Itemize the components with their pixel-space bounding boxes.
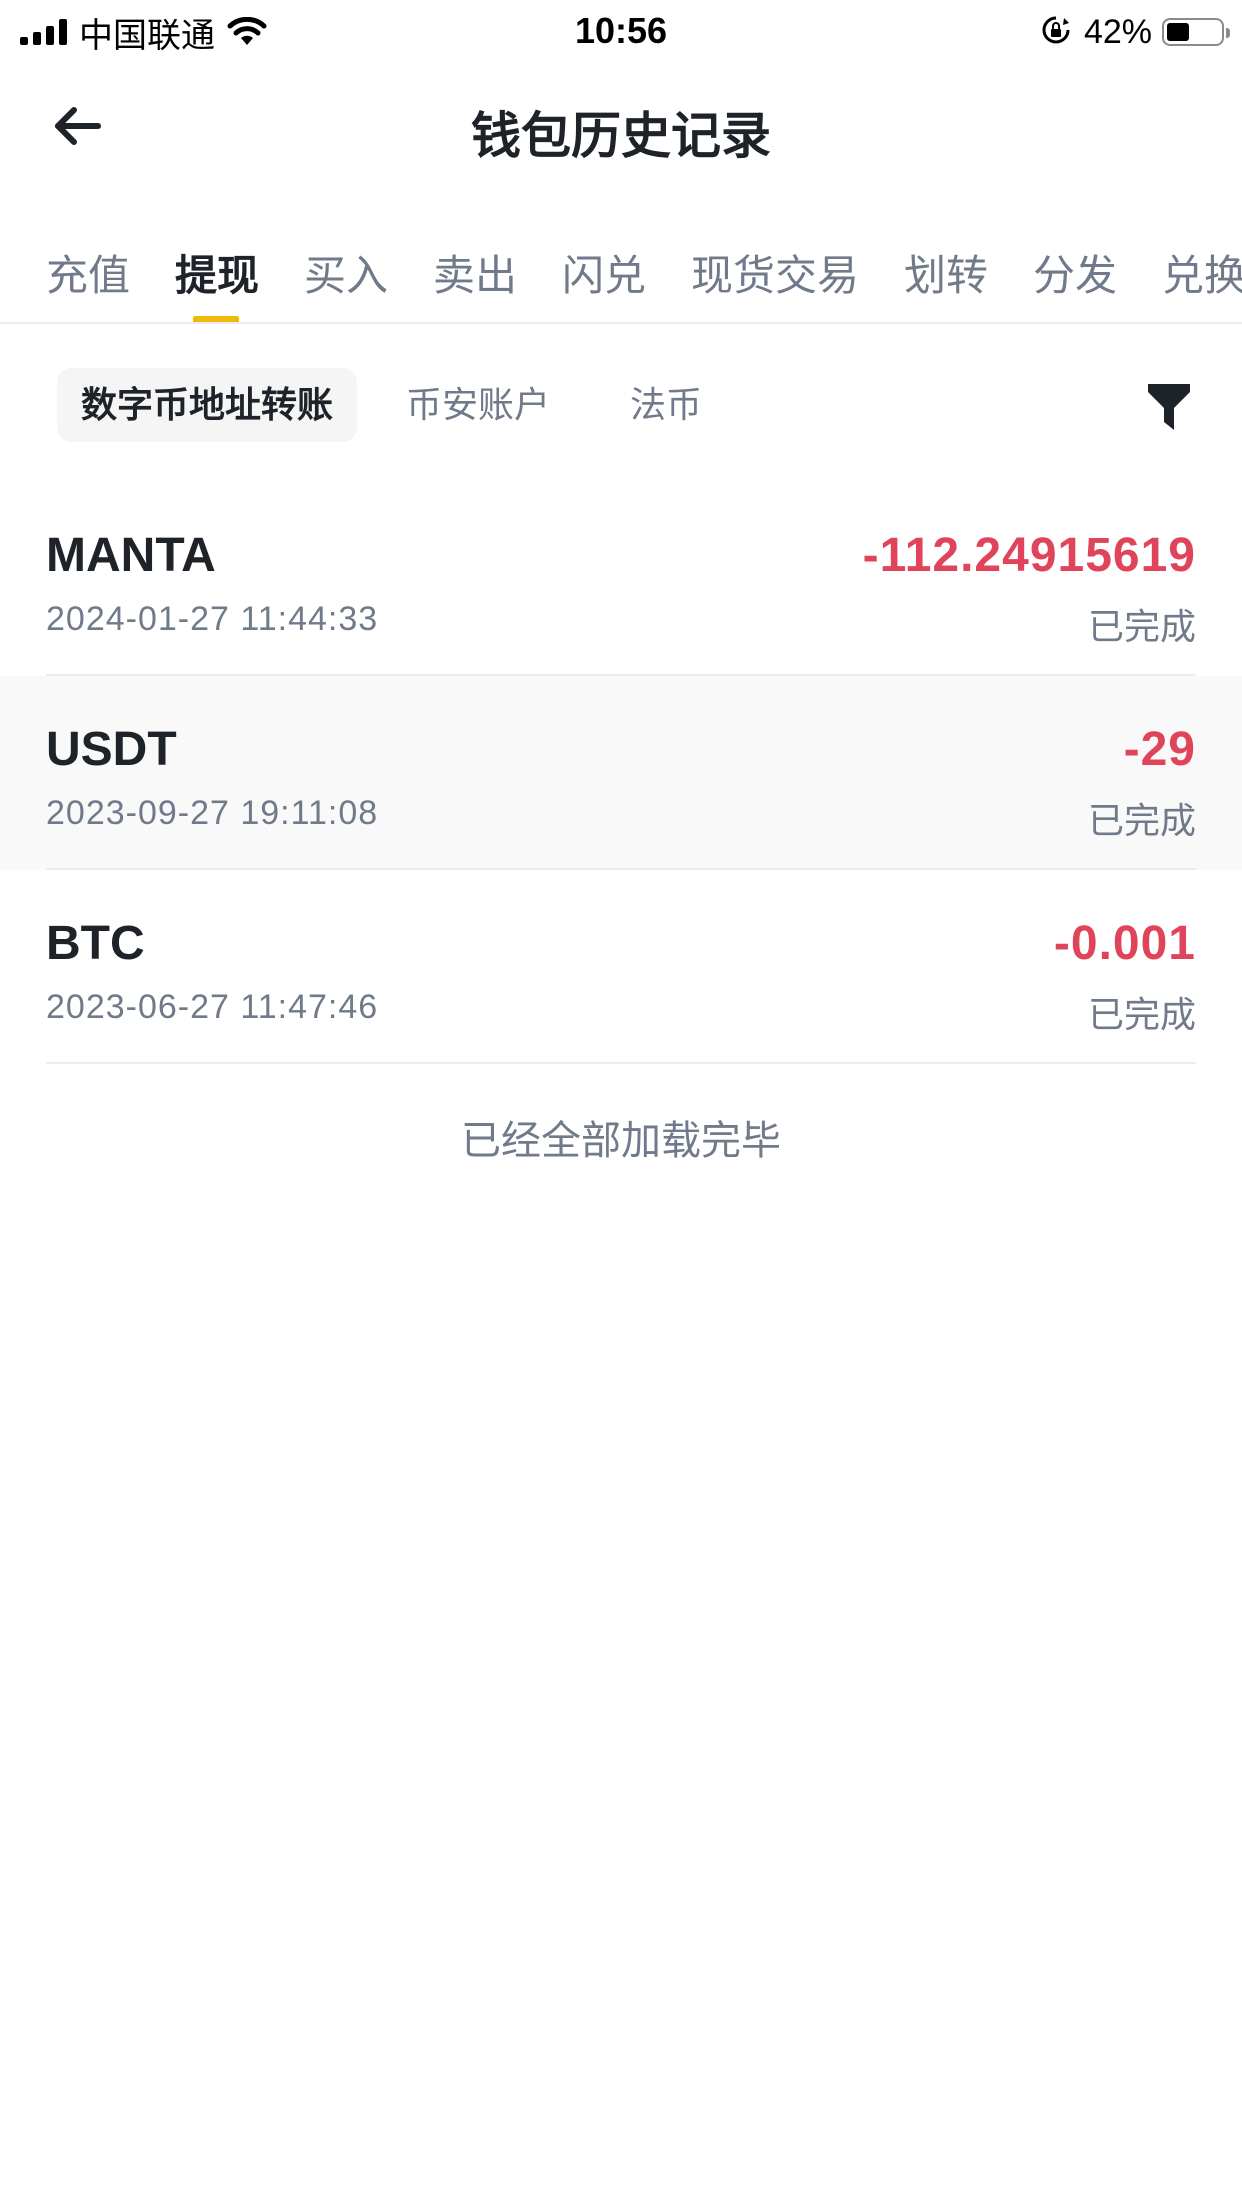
record-status: 已完成 (1087, 800, 1196, 841)
battery-icon (1162, 18, 1230, 46)
page-title: 钱包历史记录 (471, 108, 771, 164)
tabs-divider (0, 322, 1242, 324)
header: 钱包历史记录 (0, 62, 1242, 192)
record-status: 已完成 (1087, 606, 1196, 647)
subtab-crypto-address[interactable]: 数字币地址转账 (57, 368, 358, 442)
battery-percent: 42% (1083, 12, 1152, 51)
filter-button[interactable] (1148, 384, 1190, 430)
record-list: MANTA 2024-01-27 11:44:33 -112.24915619 … (0, 482, 1242, 1064)
tab-transfer[interactable]: 划转 (904, 242, 988, 303)
row-divider (46, 1062, 1196, 1064)
record-time: 2023-06-27 11:47:46 (46, 988, 379, 1026)
tab-withdraw[interactable]: 提现 (175, 242, 259, 303)
status-bar: 中国联通 10:56 42% (0, 0, 1242, 62)
record-amount: -29 (1123, 723, 1196, 776)
list-end-text: 已经全部加载完毕 (461, 1119, 781, 1163)
tab-distribution[interactable]: 分发 (1033, 242, 1117, 303)
subtab-fiat[interactable]: 法币 (630, 368, 702, 442)
coin-name: USDT (46, 723, 177, 776)
tab-exchange[interactable]: 兑换 (1162, 242, 1242, 303)
filter-icon (1148, 384, 1190, 430)
list-item[interactable]: BTC 2023-06-27 11:47:46 -0.001 已完成 (0, 870, 1242, 1064)
list-item[interactable]: USDT 2023-09-27 19:11:08 -29 已完成 (0, 676, 1242, 870)
record-amount: -0.001 (1053, 917, 1196, 970)
tab-convert[interactable]: 闪兑 (562, 242, 646, 303)
tab-sell[interactable]: 卖出 (433, 242, 517, 303)
record-amount: -112.24915619 (862, 529, 1196, 582)
subtab-binance-account[interactable]: 币安账户 (406, 368, 550, 442)
coin-name: BTC (46, 917, 145, 970)
tab-bar: 充值 提现 买入 卖出 闪兑 现货交易 划转 分发 兑换 (0, 222, 1242, 322)
list-item[interactable]: MANTA 2024-01-27 11:44:33 -112.24915619 … (0, 482, 1242, 676)
coin-name: MANTA (46, 529, 216, 582)
record-status: 已完成 (1087, 994, 1196, 1035)
tab-buy[interactable]: 买入 (304, 242, 388, 303)
record-time: 2024-01-27 11:44:33 (46, 600, 379, 638)
record-time: 2023-09-27 19:11:08 (46, 794, 379, 832)
tab-spot-trade[interactable]: 现货交易 (691, 242, 859, 303)
subtab-bar: 数字币地址转账 币安账户 法币 (0, 368, 1242, 444)
tab-deposit[interactable]: 充值 (46, 242, 130, 303)
rotation-lock-icon (1040, 14, 1072, 51)
